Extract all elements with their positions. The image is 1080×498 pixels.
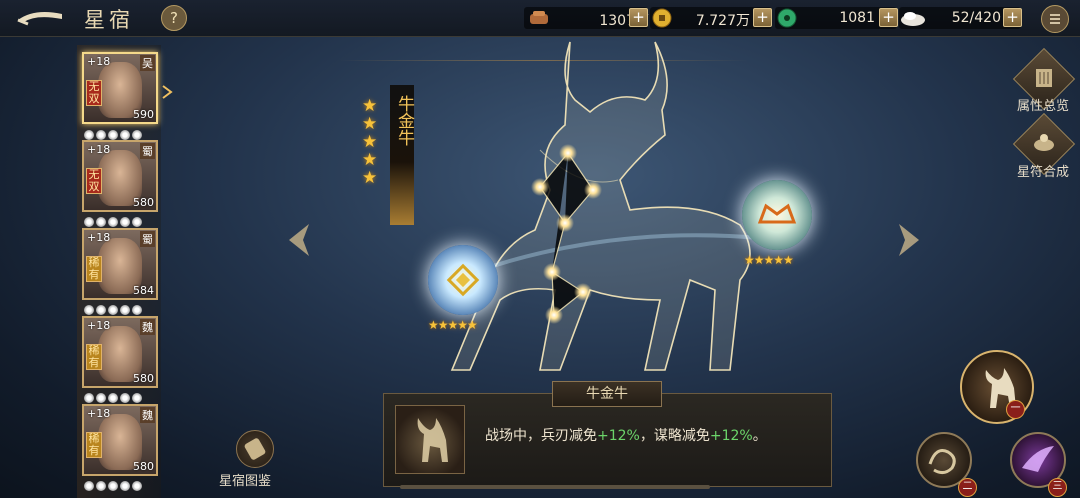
synthesis-label: 星符合成 bbox=[1016, 165, 1069, 180]
left-star-orb[interactable] bbox=[428, 245, 498, 315]
back-button[interactable] bbox=[14, 6, 66, 30]
slot-1-badge: 一 bbox=[1006, 400, 1025, 419]
resource-value: 1081 bbox=[839, 10, 875, 26]
hero-faction: 蜀 bbox=[140, 143, 155, 159]
left-orb-stars: ★★★★★ bbox=[428, 318, 478, 332]
effect-description: 战场中，兵刃减免+12%，谋略减免+12%。 bbox=[485, 425, 767, 445]
chevron-right-icon bbox=[162, 85, 173, 99]
hero-power: 590 bbox=[133, 108, 154, 121]
hero-level: +18 bbox=[87, 143, 111, 156]
resource-value: 52/420 bbox=[951, 10, 1001, 26]
hero-power: 580 bbox=[133, 196, 154, 209]
star-icon: ★ bbox=[362, 114, 378, 134]
hero-faction: 吴 bbox=[140, 55, 155, 71]
hero-faction: 蜀 bbox=[140, 231, 155, 247]
add-coin-button[interactable]: + bbox=[753, 8, 772, 27]
slot-3-button[interactable]: 三 bbox=[1010, 432, 1067, 497]
hero-level: +18 bbox=[87, 407, 111, 420]
rank-stars: ★ ★ ★ ★ ★ bbox=[362, 97, 377, 187]
book-icon bbox=[1036, 69, 1052, 87]
slot-2-badge: 二 bbox=[958, 478, 977, 497]
rice-icon bbox=[901, 12, 925, 26]
star-slots bbox=[84, 476, 156, 491]
hero-faction: 魏 bbox=[140, 407, 155, 423]
hero-level: +18 bbox=[87, 231, 111, 244]
prev-arrow-button[interactable] bbox=[285, 222, 315, 258]
resource-value: 7.727万 bbox=[695, 13, 750, 29]
scroll-icon bbox=[244, 438, 266, 460]
hero-level: +18 bbox=[87, 319, 111, 332]
page-title: 星宿 bbox=[84, 8, 134, 32]
star-slots bbox=[84, 212, 156, 227]
hero-tag: 稀有 bbox=[86, 344, 102, 370]
atlas-button[interactable] bbox=[236, 430, 274, 468]
atlas-label: 星宿图鉴 bbox=[219, 474, 272, 489]
ox-constellation bbox=[440, 41, 780, 371]
right-orb-stars: ★★★★★ bbox=[744, 253, 794, 267]
hero-list[interactable]: +18 吴 无双 590 +18 蜀 无双 580 +18 蜀 稀有 584 +… bbox=[77, 45, 161, 498]
hero-tag: 稀有 bbox=[86, 432, 102, 458]
hero-card[interactable]: +18 蜀 稀有 584 bbox=[82, 228, 158, 300]
hero-level: +18 bbox=[87, 55, 111, 68]
star-slots bbox=[84, 300, 156, 315]
hero-power: 580 bbox=[133, 372, 154, 385]
hero-card[interactable]: +18 吴 无双 590 bbox=[82, 52, 158, 124]
ox-thumbnail bbox=[395, 405, 465, 474]
add-jade-button[interactable]: + bbox=[879, 8, 898, 27]
menu-button[interactable] bbox=[1041, 5, 1069, 33]
hero-faction: 魏 bbox=[140, 319, 155, 335]
bowl-icon bbox=[1034, 134, 1054, 151]
star-icon: ★ bbox=[362, 168, 378, 188]
diamond-icon bbox=[446, 263, 480, 297]
desc-text: 。 bbox=[752, 428, 767, 444]
attributes-label: 属性总览 bbox=[1016, 99, 1069, 114]
jade-icon bbox=[777, 8, 797, 28]
slot-3-badge: 三 bbox=[1048, 478, 1067, 497]
slot-2-button[interactable]: 二 bbox=[916, 432, 977, 497]
hero-card[interactable]: +18 魏 稀有 580 bbox=[82, 404, 158, 476]
star-icon: ★ bbox=[362, 150, 378, 170]
hero-power: 584 bbox=[133, 284, 154, 297]
hero-tag: 稀有 bbox=[86, 256, 102, 282]
constellation-name-banner: 牛金牛 bbox=[390, 85, 414, 225]
add-bag-button[interactable]: + bbox=[629, 8, 648, 27]
constellation-name: 牛金牛 bbox=[394, 95, 414, 146]
hero-tag: 无双 bbox=[86, 80, 102, 106]
hero-card[interactable]: +18 蜀 无双 580 bbox=[82, 140, 158, 212]
hero-tag: 无双 bbox=[86, 168, 102, 194]
star-icon: ★ bbox=[362, 96, 378, 116]
bag-icon bbox=[530, 11, 548, 24]
desc-text: 战场中，兵刃减免 bbox=[485, 428, 597, 444]
star-slots bbox=[84, 388, 156, 403]
right-star-orb[interactable] bbox=[742, 180, 812, 250]
coin-icon bbox=[652, 8, 672, 28]
scrollbar[interactable] bbox=[400, 485, 710, 489]
info-title: 牛金牛 bbox=[552, 381, 662, 407]
desc-value: +12% bbox=[709, 428, 753, 444]
help-button[interactable]: ? bbox=[161, 5, 187, 31]
star-slots bbox=[84, 125, 156, 140]
add-food-button[interactable]: + bbox=[1003, 8, 1022, 27]
next-arrow-button[interactable] bbox=[893, 222, 923, 258]
hero-card[interactable]: +18 魏 稀有 580 bbox=[82, 316, 158, 388]
crown-icon bbox=[757, 203, 797, 224]
desc-value: +12% bbox=[597, 428, 640, 444]
ox-icon bbox=[417, 418, 448, 462]
list-icon bbox=[1050, 14, 1060, 24]
hero-power: 580 bbox=[133, 460, 154, 473]
desc-text: ，谋略减免 bbox=[639, 428, 710, 444]
slot-1-button[interactable]: 一 bbox=[960, 350, 1034, 424]
star-icon: ★ bbox=[362, 132, 378, 152]
